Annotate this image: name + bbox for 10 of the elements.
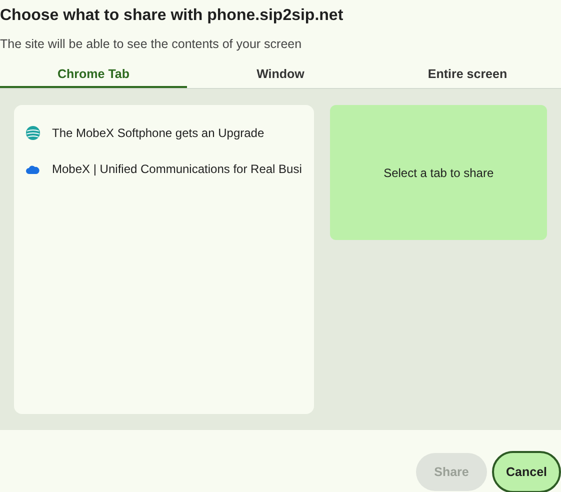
preview-area: Select a tab to share — [330, 105, 547, 240]
tab[interactable]: Entire screen — [374, 62, 561, 88]
tab-list-item[interactable]: The MobeX Softphone gets an Upgrade — [14, 115, 314, 151]
globe-icon — [26, 126, 40, 140]
tab-list-item[interactable]: MobeX | Unified Communications for Real Busi — [14, 151, 314, 187]
cancel-button[interactable]: Cancel — [492, 451, 561, 492]
dialog-title: Choose what to share with phone.sip2sip.net — [0, 6, 344, 26]
dialog-subtitle: The site will be able to see the contents of your screen — [0, 36, 303, 52]
tab[interactable]: Window — [187, 62, 374, 88]
cloud-icon — [26, 164, 40, 174]
